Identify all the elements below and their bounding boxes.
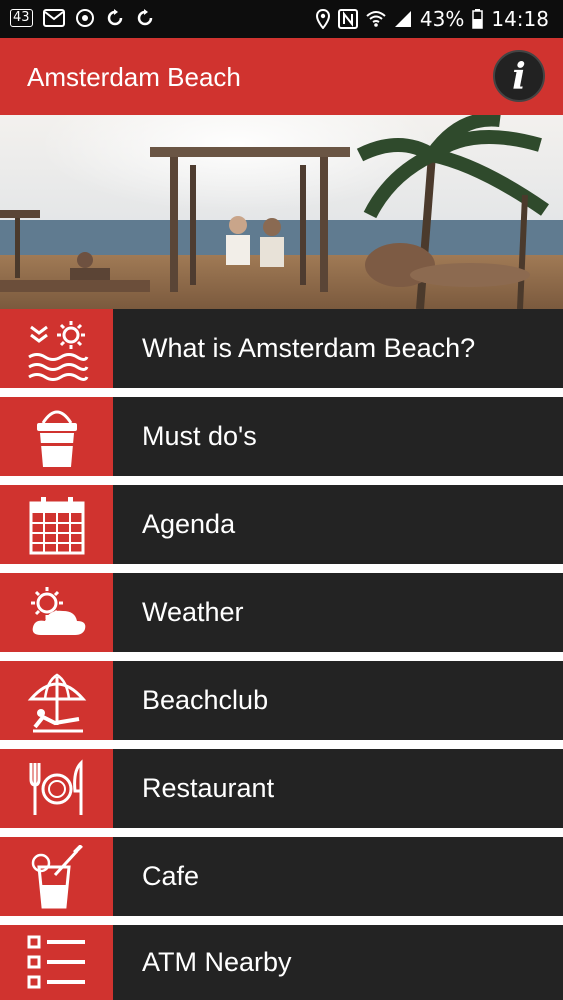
info-button[interactable]: i (493, 50, 545, 102)
divider (113, 564, 563, 573)
mail-icon (42, 9, 65, 27)
battery-percent: 43% (419, 7, 465, 31)
sync-icon-2 (137, 9, 152, 26)
menu-item-beachclub[interactable]: Beachclub (0, 661, 563, 740)
menu-item-label-cell: ATM Nearby (113, 925, 563, 1000)
menu-item-icon-cell (0, 309, 113, 388)
menu-item-label-cell: Must do's (113, 397, 563, 476)
info-icon: i (512, 56, 526, 98)
weather-cloud-sun-icon (30, 586, 85, 635)
divider (113, 740, 563, 749)
menu-item-must-dos[interactable]: Must do's (0, 397, 563, 476)
menu-item-restaurant[interactable]: Restaurant (0, 749, 563, 828)
menu-item-label-cell: Restaurant (113, 749, 563, 828)
divider (113, 828, 563, 837)
hero-beach-photo (0, 115, 563, 309)
wifi-icon (366, 11, 386, 27)
beach-umbrella-icon (27, 673, 86, 732)
menu-item-label-cell: Agenda (113, 485, 563, 564)
menu-item-icon-cell (0, 397, 113, 476)
menu-item-label: Cafe (142, 861, 200, 891)
menu-item-label: Beachclub (142, 685, 269, 715)
menu-item-label: ATM Nearby (142, 947, 292, 977)
menu-item-label: Weather (142, 597, 244, 627)
divider (113, 476, 563, 485)
sync-icon (107, 9, 122, 26)
menu-item-icon-cell (0, 925, 113, 1000)
menu-item-icon-cell (0, 573, 113, 652)
menu-item-label-cell: Cafe (113, 837, 563, 916)
status-bar: 43 43% 14:18 (0, 0, 563, 38)
menu-item-label: Restaurant (142, 773, 275, 803)
menu-item-agenda[interactable]: Agenda (0, 485, 563, 564)
menu-item-atm-nearby[interactable]: ATM Nearby (0, 925, 563, 1000)
nfc-icon (337, 9, 358, 29)
beach-sun-waves-icon (27, 320, 88, 381)
fork-plate-knife-icon (29, 758, 82, 815)
main-menu: What is Amsterdam Beach? Must do's Agend… (0, 309, 563, 1000)
menu-item-label-cell: Beachclub (113, 661, 563, 740)
clock: 14:18 (491, 7, 549, 31)
menu-item-label-cell: What is Amsterdam Beach? (113, 309, 563, 388)
divider (113, 916, 563, 925)
divider (113, 388, 563, 397)
bucket-icon (36, 410, 77, 467)
menu-item-icon-cell (0, 837, 113, 916)
menu-item-label-cell: Weather (113, 573, 563, 652)
app-title: Amsterdam Beach (27, 62, 241, 92)
cocktail-icon (31, 844, 83, 908)
divider (113, 652, 563, 661)
app-bar: Amsterdam Beach i (0, 38, 563, 115)
battery-icon (472, 9, 484, 29)
list-icon (27, 935, 85, 988)
calendar-icon (29, 496, 84, 554)
notification-count-badge: 43 (10, 9, 33, 27)
menu-item-label: Agenda (142, 509, 236, 539)
menu-item-what-is-amsterdam-beach[interactable]: What is Amsterdam Beach? (0, 309, 563, 388)
menu-item-icon-cell (0, 749, 113, 828)
menu-item-icon-cell (0, 661, 113, 740)
menu-item-label: What is Amsterdam Beach? (142, 333, 476, 363)
location-icon (315, 9, 330, 29)
menu-item-cafe[interactable]: Cafe (0, 837, 563, 916)
menu-item-icon-cell (0, 485, 113, 564)
app-notification-icon (75, 9, 94, 27)
menu-item-label: Must do's (142, 421, 257, 451)
signal-icon (394, 11, 411, 27)
menu-item-weather[interactable]: Weather (0, 573, 563, 652)
